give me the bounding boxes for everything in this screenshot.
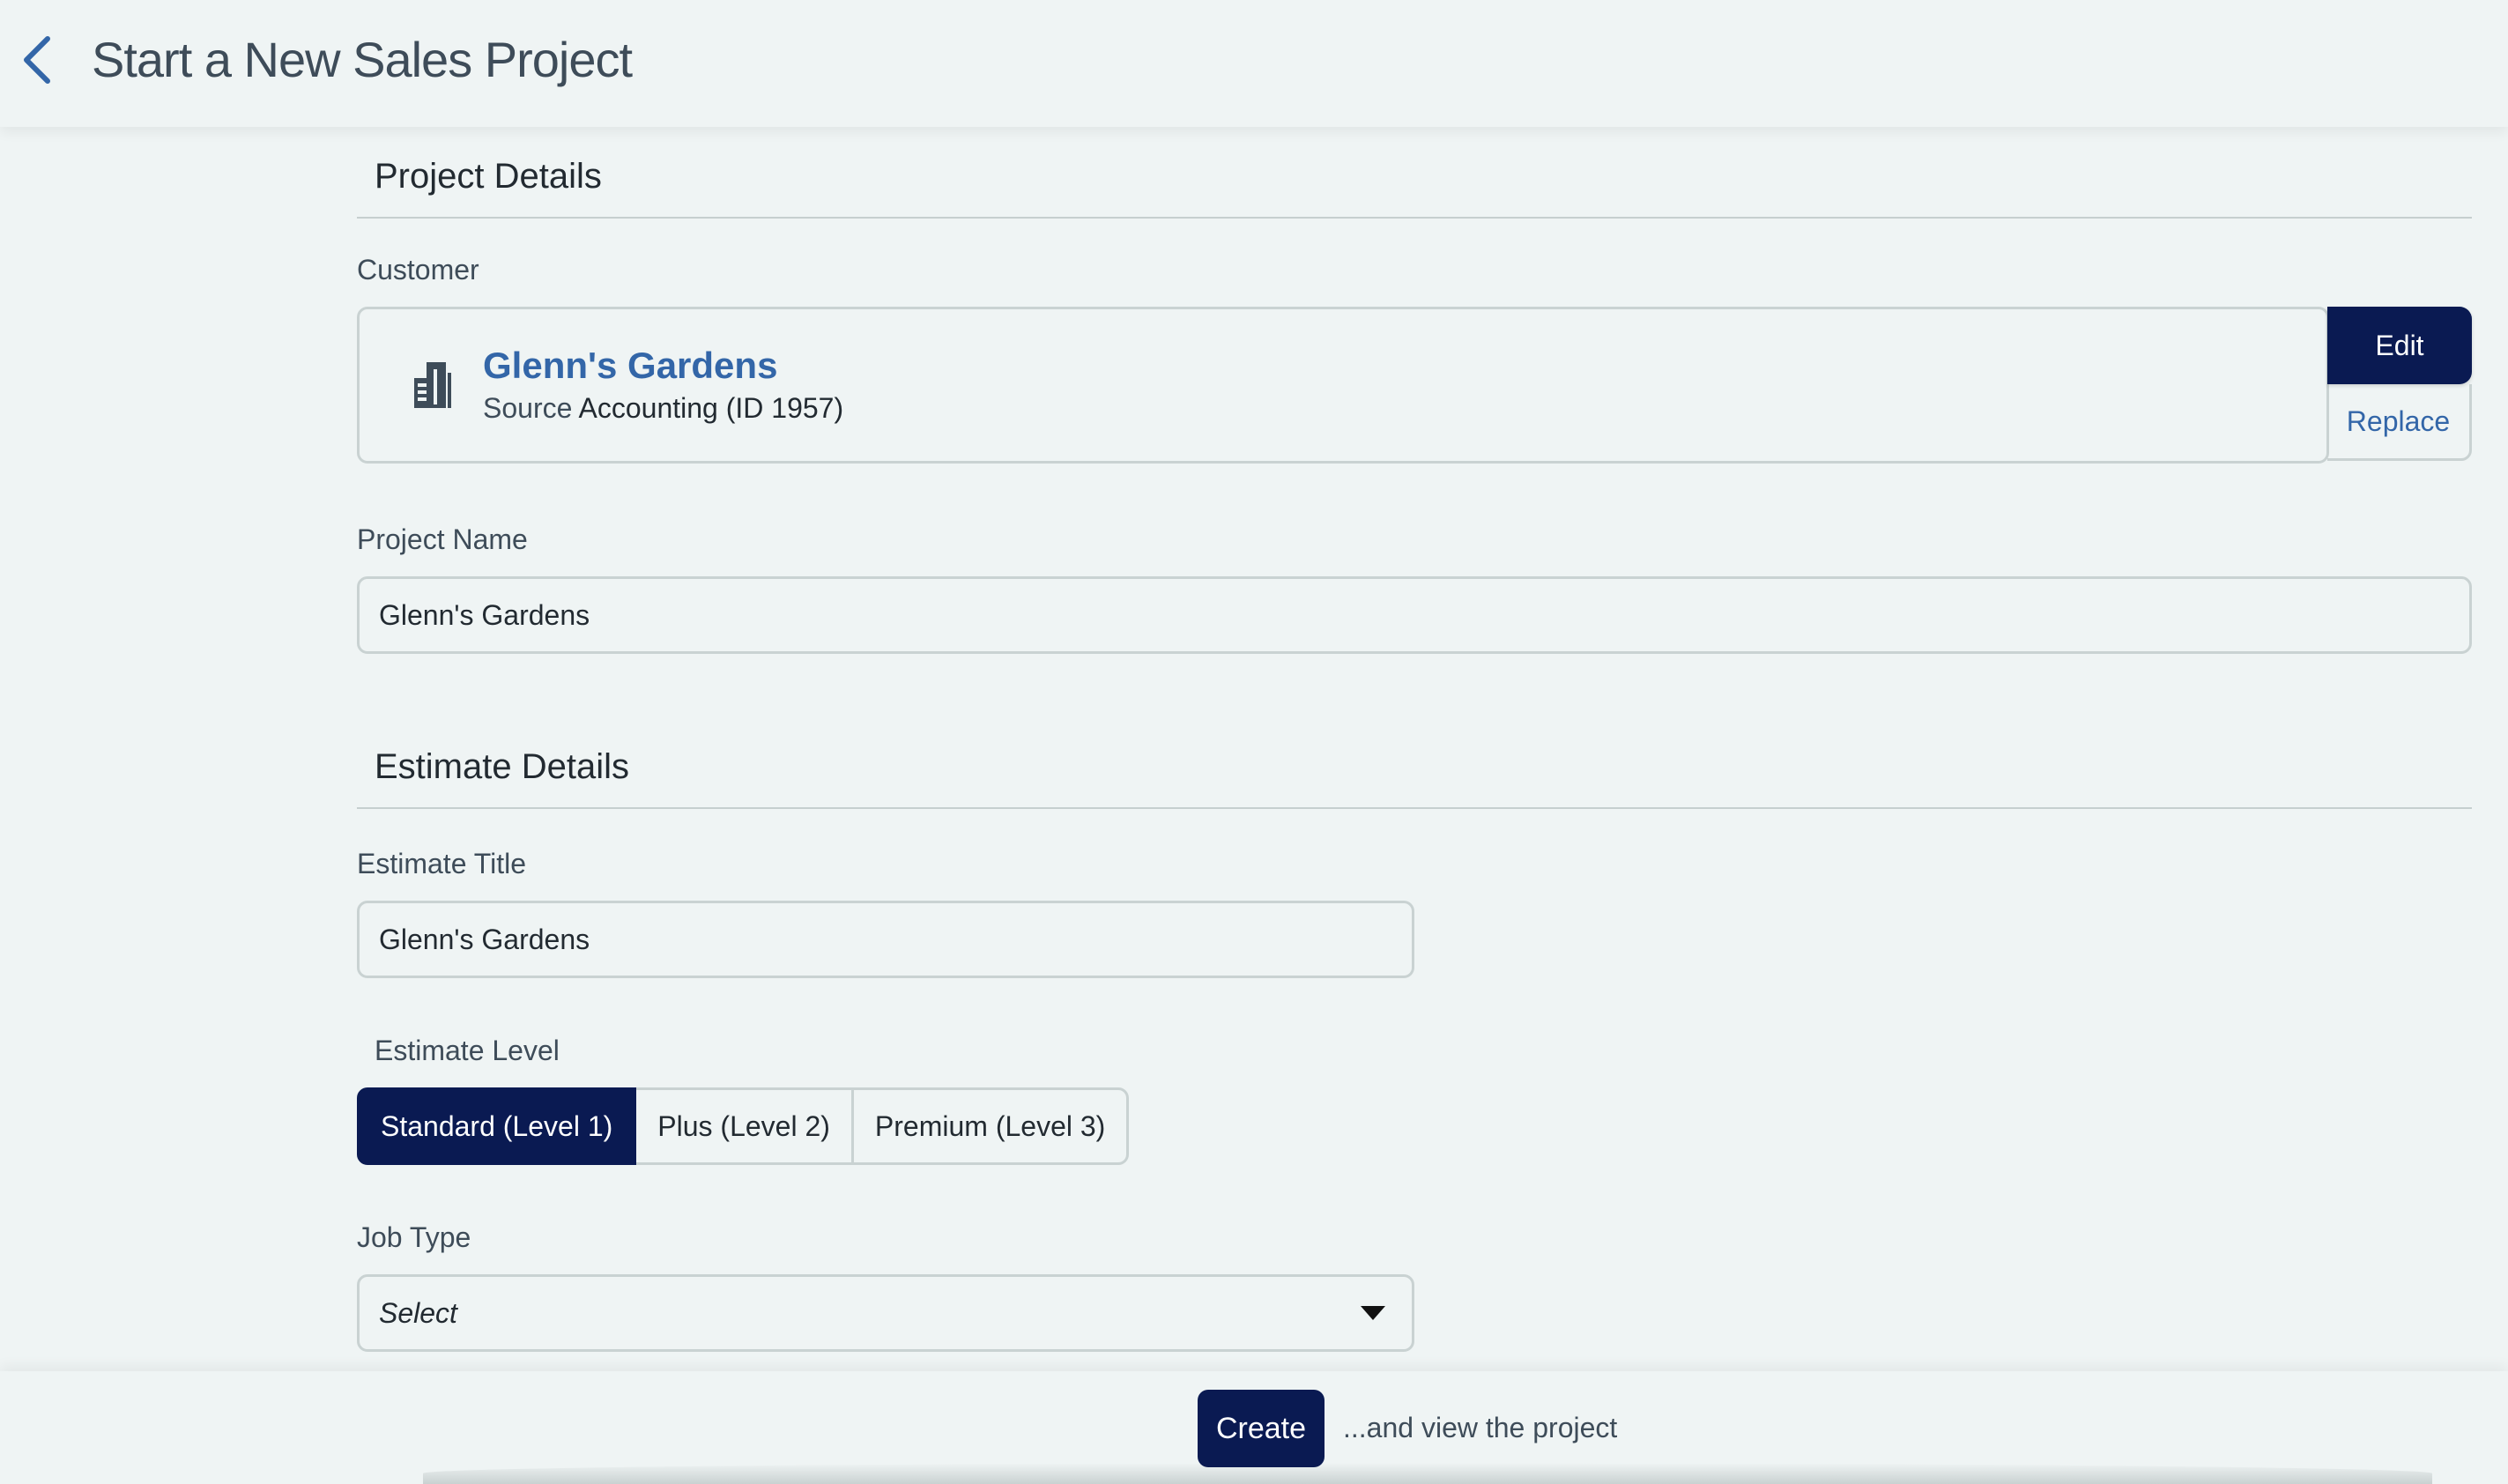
customer-name-link[interactable]: Glenn's Gardens xyxy=(483,345,777,387)
job-type-select[interactable]: Select xyxy=(357,1274,1414,1352)
building-icon xyxy=(414,362,451,408)
estimate-level-label: Estimate Level xyxy=(375,1035,560,1066)
estimate-title-label: Estimate Title xyxy=(357,848,527,879)
project-name-label: Project Name xyxy=(357,523,528,555)
customer-label: Customer xyxy=(357,254,479,286)
footer-shadow xyxy=(423,1463,2432,1484)
customer-card: Glenn's Gardens Source Accounting (ID 19… xyxy=(357,307,2472,464)
source-label: Source xyxy=(483,392,573,424)
level-plus-option[interactable]: Plus (Level 2) xyxy=(636,1087,854,1165)
estimate-level-selector: Standard (Level 1) Plus (Level 2) Premiu… xyxy=(357,1087,1130,1165)
replace-customer-button[interactable]: Replace xyxy=(2327,384,2472,461)
create-hint: ...and view the project xyxy=(1343,1412,1618,1443)
estimate-details-title: Estimate Details xyxy=(375,747,629,786)
level-premium-option[interactable]: Premium (Level 3) xyxy=(853,1087,1130,1165)
estimate-title-input[interactable] xyxy=(357,901,1414,978)
job-type-selected-value: Select xyxy=(379,1297,457,1329)
page-title: Start a New Sales Project xyxy=(92,32,633,87)
level-standard-option[interactable]: Standard (Level 1) xyxy=(357,1087,637,1165)
page-header: Start a New Sales Project xyxy=(0,0,2508,127)
customer-summary: Glenn's Gardens Source Accounting (ID 19… xyxy=(357,307,2329,464)
edit-customer-button[interactable]: Edit xyxy=(2327,307,2472,384)
create-button[interactable]: Create xyxy=(1198,1390,1324,1467)
project-details-title: Project Details xyxy=(375,157,602,196)
project-name-input[interactable] xyxy=(357,576,2472,654)
chevron-left-icon[interactable] xyxy=(16,33,60,86)
caret-down-icon xyxy=(1361,1306,1385,1320)
form-content: Project Details Customer Glenn's Gardens… xyxy=(357,127,2472,1352)
customer-source: Source Accounting (ID 1957) xyxy=(483,392,843,425)
job-type-label: Job Type xyxy=(357,1221,471,1253)
source-value: Accounting (ID 1957) xyxy=(578,392,844,424)
